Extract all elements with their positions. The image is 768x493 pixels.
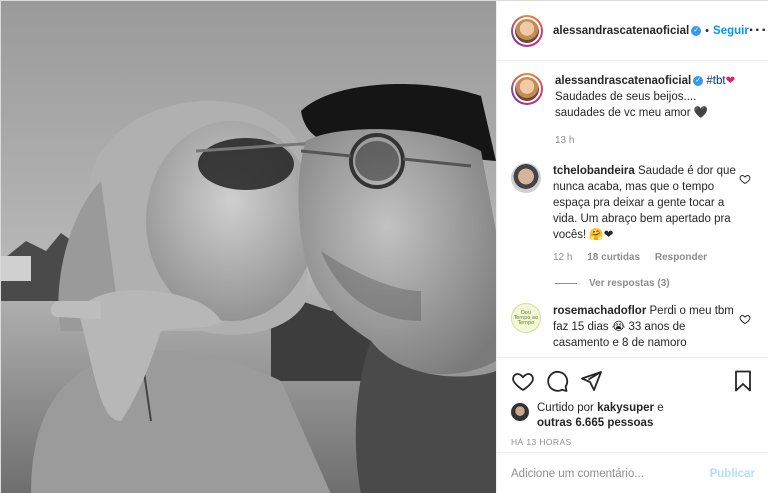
comment-avatar[interactable] bbox=[511, 163, 541, 193]
avatar-badge-text: Dou Tempo ao Tempo bbox=[511, 303, 541, 333]
heart-small-icon[interactable] bbox=[739, 173, 751, 185]
verified-badge-icon: ✓ bbox=[691, 25, 702, 36]
likes-connector: e bbox=[657, 402, 664, 414]
verified-badge-icon: ✓ bbox=[693, 75, 704, 86]
comment-avatar[interactable]: Dou Tempo ao Tempo bbox=[511, 303, 541, 333]
paper-plane-icon[interactable] bbox=[579, 369, 603, 393]
comment-body: tchelobandeira Saudade é dor que nunca a… bbox=[553, 163, 755, 266]
author-username[interactable]: alessandrascatenaoficial bbox=[553, 25, 689, 37]
heart-small-icon[interactable] bbox=[739, 313, 751, 325]
likes-others[interactable]: outras 6.665 pessoas bbox=[537, 417, 653, 429]
likes-prefix: Curtido por bbox=[537, 402, 594, 414]
caption-avatar[interactable] bbox=[511, 73, 543, 105]
post-photo[interactable] bbox=[1, 1, 496, 493]
replies-line bbox=[555, 283, 577, 284]
comment-bubble-icon[interactable] bbox=[545, 369, 569, 393]
action-icons bbox=[511, 366, 755, 396]
caption-text: Saudades de seus beijos.... saudades de … bbox=[555, 91, 709, 119]
view-replies-label: Ver respostas (3) bbox=[589, 278, 670, 289]
caption-hashtag[interactable]: #tbt bbox=[706, 75, 725, 87]
post-header: alessandrascatenaoficial ✓ • Seguir ··· bbox=[497, 1, 768, 61]
liker-avatar[interactable] bbox=[511, 403, 529, 421]
comment-likes-count[interactable]: 18 curtidas bbox=[587, 252, 640, 263]
separator-dot: • bbox=[705, 24, 710, 37]
comment-username[interactable]: rosemachadoflor bbox=[553, 305, 646, 317]
caption-meta: 13 h bbox=[555, 133, 737, 149]
caption-time[interactable]: 13 h bbox=[555, 135, 574, 146]
liker-username[interactable]: kakysuper bbox=[597, 402, 654, 414]
post-image bbox=[1, 1, 496, 493]
comment-username[interactable]: tchelobandeira bbox=[553, 165, 635, 177]
view-replies-button[interactable]: Ver respostas (3) bbox=[555, 278, 755, 289]
bookmark-icon[interactable] bbox=[731, 369, 755, 393]
likes-summary: Curtido por kakysuper e outras 6.665 pes… bbox=[511, 401, 755, 431]
red-heart-emoji: ❤ bbox=[725, 75, 736, 87]
author-avatar[interactable] bbox=[511, 14, 543, 47]
heart-outline-icon[interactable] bbox=[511, 369, 535, 393]
caption-body: alessandrascatenaoficial ✓ #tbt❤ Saudades… bbox=[555, 73, 755, 149]
follow-button[interactable]: Seguir bbox=[713, 25, 749, 37]
post-actions: Curtido por kakysuper e outras 6.665 pes… bbox=[497, 357, 768, 447]
comment-row: Dou Tempo ao Tempo rosemachadoflor Perdi… bbox=[511, 303, 755, 351]
comment-input[interactable]: Adicione um comentário... bbox=[511, 468, 710, 480]
add-comment-bar: Adicione um comentário... Publicar bbox=[497, 452, 768, 493]
comment-meta: 12 h 18 curtidas Responder bbox=[553, 250, 737, 266]
reply-button[interactable]: Responder bbox=[655, 252, 707, 263]
comment-body: rosemachadoflor Perdi o meu tbm faz 15 d… bbox=[553, 303, 755, 351]
caption-row: alessandrascatenaoficial ✓ #tbt❤ Saudades… bbox=[511, 73, 755, 149]
instagram-post-modal: alessandrascatenaoficial ✓ • Seguir ··· … bbox=[0, 0, 768, 493]
comment-time[interactable]: 12 h bbox=[553, 252, 572, 263]
post-sidebar: alessandrascatenaoficial ✓ • Seguir ··· … bbox=[496, 1, 768, 493]
more-options-icon[interactable]: ··· bbox=[749, 22, 768, 40]
comment-row: tchelobandeira Saudade é dor que nunca a… bbox=[511, 163, 755, 266]
caption-username[interactable]: alessandrascatenaoficial bbox=[555, 75, 691, 87]
comments-list[interactable]: alessandrascatenaoficial ✓ #tbt❤ Saudades… bbox=[497, 61, 768, 357]
post-timestamp[interactable]: HÁ 13 HORAS bbox=[511, 437, 755, 447]
publish-button[interactable]: Publicar bbox=[710, 468, 755, 480]
